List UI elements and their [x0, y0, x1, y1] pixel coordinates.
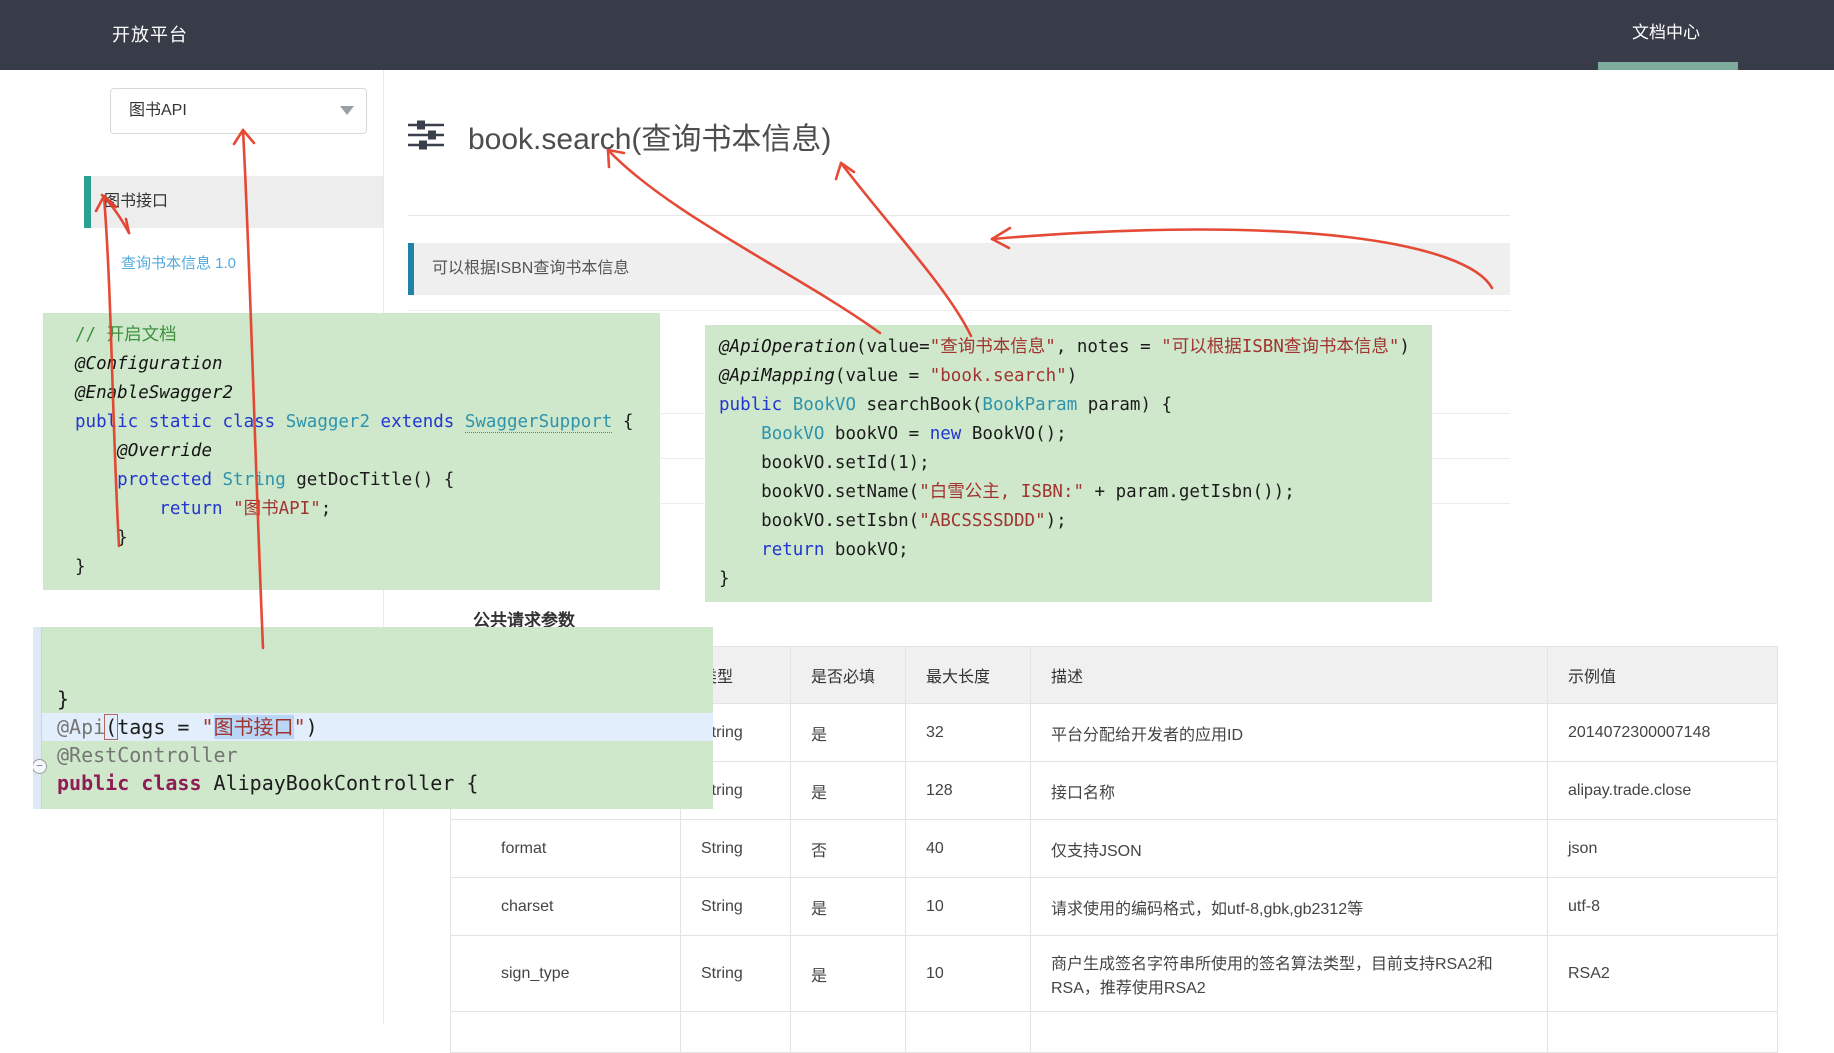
cell-example: utf-8	[1548, 878, 1778, 936]
cell-max_len: 128	[906, 762, 1031, 820]
cell-required: 是	[791, 762, 906, 820]
code-snippet-swagger-config: // 开启文档@Configuration@EnableSwagger2publ…	[43, 313, 660, 590]
row-divider	[408, 310, 1510, 311]
summary-banner: 可以根据ISBN查询书本信息	[408, 243, 1510, 295]
table-row-partial	[451, 1012, 1778, 1053]
cell-max_len: 40	[906, 820, 1031, 878]
api-select-value: 图书API	[129, 89, 187, 133]
column-header: 是否必填	[791, 647, 906, 704]
cell-example: RSA2	[1548, 936, 1778, 1012]
code-snippet-search-method: @ApiOperation(value="查询书本信息", notes = "可…	[705, 325, 1432, 602]
arrow-to-title-left	[608, 150, 880, 333]
cell-required: 是	[791, 704, 906, 762]
cell-type: String	[681, 878, 791, 936]
brand-title: 开放平台	[112, 0, 188, 70]
cell-desc: 仅支持JSON	[1031, 820, 1548, 878]
code-snippet-api-controller: − }@Api(tags = "图书接口")@RestControllerpub…	[33, 627, 713, 809]
active-tab-indicator	[1598, 62, 1738, 70]
cell-required: 否	[791, 820, 906, 878]
cell-max_len: 10	[906, 878, 1031, 936]
cell-param: charset	[451, 878, 681, 936]
sliders-icon	[408, 119, 446, 151]
column-header: 描述	[1031, 647, 1548, 704]
sidebar-link-search-book[interactable]: 查询书本信息 1.0	[121, 252, 236, 273]
cell-desc: 商户生成签名字符串所使用的签名算法类型，目前支持RSA2和RSA，推荐使用RSA…	[1031, 936, 1548, 1012]
cell-max_len: 32	[906, 704, 1031, 762]
cell-desc: 平台分配给开发者的应用ID	[1031, 704, 1548, 762]
cell-desc: 请求使用的编码格式，如utf-8,gbk,gb2312等	[1031, 878, 1548, 936]
table-row: sign_typeString是10商户生成签名字符串所使用的签名算法类型，目前…	[451, 936, 1778, 1012]
cell-required: 是	[791, 878, 906, 936]
chevron-down-icon	[340, 106, 354, 115]
table-row: formatString否40仅支持JSONjson	[451, 820, 1778, 878]
page-title: book.search(查询书本信息)	[468, 114, 831, 158]
summary-text: 可以根据ISBN查询书本信息	[432, 243, 629, 295]
sidebar-active-accent	[84, 176, 91, 228]
editor-gutter	[33, 627, 42, 809]
cell-type: String	[681, 936, 791, 1012]
table-row: charsetString是10请求使用的编码格式，如utf-8,gbk,gb2…	[451, 878, 1778, 936]
cell-max_len: 10	[906, 936, 1031, 1012]
nav-doc-center[interactable]: 文档中心	[1606, 0, 1726, 70]
cell-desc: 接口名称	[1031, 762, 1548, 820]
column-header: 最大长度	[906, 647, 1031, 704]
cell-param: sign_type	[451, 936, 681, 1012]
sidebar-item-book-interface[interactable]: 图书接口	[84, 176, 383, 228]
cell-type: String	[681, 820, 791, 878]
sidebar-item-label: 图书接口	[104, 176, 168, 228]
api-select-dropdown[interactable]: 图书API	[110, 88, 367, 134]
cell-param: format	[451, 820, 681, 878]
summary-accent-bar	[408, 243, 414, 295]
top-header-bar	[0, 0, 1834, 70]
cell-example: alipay.trade.close	[1548, 762, 1778, 820]
cell-required: 是	[791, 936, 906, 1012]
cell-example: 2014072300007148	[1548, 704, 1778, 762]
title-divider	[408, 215, 1510, 216]
column-header: 示例值	[1548, 647, 1778, 704]
cell-example: json	[1548, 820, 1778, 878]
